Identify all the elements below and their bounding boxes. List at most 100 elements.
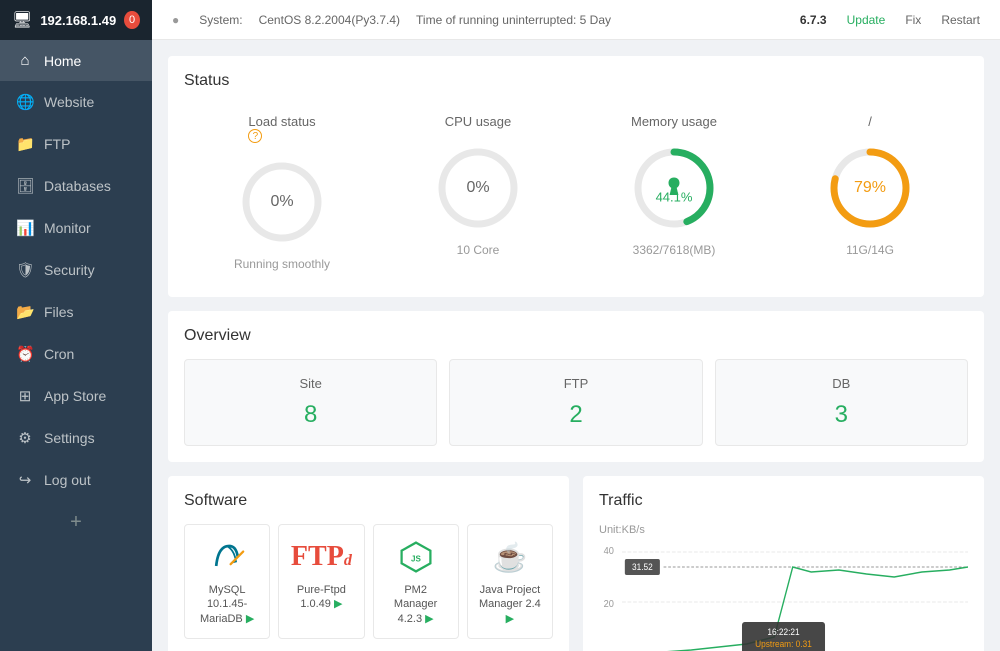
status-label-2: Memory usage: [631, 114, 717, 129]
software-name-1: Pure-Ftpd 1.0.49 ▶: [287, 583, 355, 612]
appstore-icon: ⊞: [16, 387, 34, 405]
sidebar-item-monitor[interactable]: 📊 Monitor: [0, 207, 152, 249]
system-label: System:: [199, 13, 242, 27]
home-icon: ⌂: [16, 52, 34, 69]
traffic-card: Traffic Unit:KB/s 40 20: [583, 476, 984, 651]
topbar: ● System: CentOS 8.2.2004(Py3.7.4) Time …: [152, 0, 1000, 40]
overview-label-0: Site: [201, 376, 420, 391]
overview-value-1: 2: [466, 401, 685, 429]
software-title: Software: [184, 492, 553, 510]
status-sublabel-1: 10 Core: [457, 243, 500, 257]
files-icon: 📂: [16, 303, 34, 321]
overview-card: Overview Site 8 FTP 2 DB 3: [168, 311, 984, 462]
main-content: ● System: CentOS 8.2.2004(Py3.7.4) Time …: [152, 0, 1000, 651]
sidebar-label-security: Security: [44, 262, 95, 278]
status-item-3: / 79% 11G/14G: [772, 104, 968, 281]
overview-value-2: 3: [732, 401, 951, 429]
version-number: 6.7.3: [800, 13, 827, 27]
sidebar-label-website: Website: [44, 94, 94, 110]
status-item-2: Memory usage 44.1% 3362/7618(MB): [576, 104, 772, 281]
fix-button[interactable]: Fix: [905, 13, 921, 27]
software-item-3[interactable]: ☕ Java Project Manager 2.4 ▶: [467, 524, 553, 639]
sidebar-item-home[interactable]: ⌂ Home: [0, 40, 152, 81]
sidebar-item-appstore[interactable]: ⊞ App Store: [0, 375, 152, 417]
sidebar-label-databases: Databases: [44, 178, 111, 194]
sidebar-label-cron: Cron: [44, 346, 74, 362]
website-icon: 🌐: [16, 93, 34, 111]
software-item-1[interactable]: FTPd Pure-Ftpd 1.0.49 ▶: [278, 524, 364, 639]
system-info: System: CentOS 8.2.2004(Py3.7.4) Time of…: [199, 13, 780, 27]
sidebar-item-databases[interactable]: 🗄 Databases: [0, 165, 152, 207]
status-card: Status Load status ? 0% Running smoothly…: [168, 56, 984, 297]
sidebar-label-ftp: FTP: [44, 136, 70, 152]
notification-badge: 0: [124, 11, 140, 29]
svg-text:20: 20: [604, 599, 614, 610]
system-value: CentOS 8.2.2004(Py3.7.4): [259, 13, 400, 27]
add-button[interactable]: +: [0, 501, 152, 544]
sidebar-label-appstore: App Store: [44, 388, 106, 404]
software-name-3: Java Project Manager 2.4 ▶: [476, 583, 544, 626]
databases-icon: 🗄: [16, 177, 34, 195]
sidebar-label-settings: Settings: [44, 430, 95, 446]
svg-text:31.52: 31.52: [632, 562, 653, 572]
overview-item-0[interactable]: Site 8: [184, 359, 437, 446]
update-button[interactable]: Update: [847, 13, 886, 27]
sidebar-label-logout: Log out: [44, 472, 91, 488]
software-item-0[interactable]: MySQL 10.1.45-MariaDB ▶: [184, 524, 270, 639]
svg-text:40: 40: [604, 546, 614, 557]
overview-grid: Site 8 FTP 2 DB 3: [184, 359, 968, 446]
sidebar-item-cron[interactable]: ⏰ Cron: [0, 333, 152, 375]
dot-icon: ●: [172, 13, 179, 27]
status-sublabel-2: 3362/7618(MB): [633, 243, 716, 257]
sidebar-item-settings[interactable]: ⚙ Settings: [0, 417, 152, 459]
status-item-0: Load status ? 0% Running smoothly: [184, 104, 380, 281]
overview-value-0: 8: [201, 401, 420, 429]
software-icon-1: FTPd: [291, 537, 352, 577]
bottom-row: Software MySQL 10.1.45-MariaDB ▶ FTPd Pu…: [168, 476, 984, 651]
logout-icon: ↪: [16, 471, 34, 489]
sidebar-item-website[interactable]: 🌐 Website: [0, 81, 152, 123]
status-label-0: Load status ?: [248, 114, 315, 143]
software-name-0: MySQL 10.1.45-MariaDB ▶: [193, 583, 261, 626]
svg-text:Upstream: 0.31: Upstream: 0.31: [755, 639, 812, 649]
chart-area: 40 20 31.52: [599, 542, 968, 651]
sidebar-item-logout[interactable]: ↪ Log out: [0, 459, 152, 501]
overview-item-1[interactable]: FTP 2: [449, 359, 702, 446]
sidebar-item-ftp[interactable]: 📁 FTP: [0, 123, 152, 165]
traffic-chart: 40 20 31.52: [599, 542, 968, 651]
nav-menu: ⌂ Home🌐 Website📁 FTP🗄 Databases📊 Monitor…: [0, 40, 152, 501]
status-label-1: CPU usage: [445, 114, 511, 129]
status-sublabel-3: 11G/14G: [846, 243, 894, 257]
monitor-icon: 📊: [16, 219, 34, 237]
ftp-icon: 📁: [16, 135, 34, 153]
sidebar-label-files: Files: [44, 304, 74, 320]
status-grid: Load status ? 0% Running smoothly CPU us…: [184, 104, 968, 281]
donut-0: 0%: [237, 157, 327, 247]
cron-icon: ⏰: [16, 345, 34, 363]
software-icon-0: [209, 537, 245, 577]
sidebar-item-security[interactable]: 🛡 Security: [0, 249, 152, 291]
help-icon-0[interactable]: ?: [248, 129, 262, 143]
overview-title: Overview: [184, 327, 968, 345]
content-area: Status Load status ? 0% Running smoothly…: [152, 40, 1000, 651]
software-name-2: PM2 Manager 4.2.3 ▶: [382, 583, 450, 626]
software-grid: MySQL 10.1.45-MariaDB ▶ FTPd Pure-Ftpd 1…: [184, 524, 553, 639]
sidebar-header: 🖥 192.168.1.49 0: [0, 0, 152, 40]
status-sublabel-0: Running smoothly: [234, 257, 330, 271]
overview-item-2[interactable]: DB 3: [715, 359, 968, 446]
restart-button[interactable]: Restart: [941, 13, 980, 27]
sidebar-label-home: Home: [44, 53, 81, 69]
sidebar-item-files[interactable]: 📂 Files: [0, 291, 152, 333]
overview-label-2: DB: [732, 376, 951, 391]
donut-3: 79%: [825, 143, 915, 233]
status-label-3: /: [868, 114, 872, 129]
software-icon-2: JS: [398, 537, 434, 577]
svg-text:JS: JS: [411, 555, 421, 564]
software-icon-3: ☕: [492, 537, 527, 577]
software-card: Software MySQL 10.1.45-MariaDB ▶ FTPd Pu…: [168, 476, 569, 651]
software-item-2[interactable]: JS PM2 Manager 4.2.3 ▶: [373, 524, 459, 639]
sidebar-label-monitor: Monitor: [44, 220, 91, 236]
server-ip: 192.168.1.49: [40, 13, 116, 28]
svg-text:16:22:21: 16:22:21: [767, 627, 799, 637]
uptime-label: Time of running uninterrupted: 5 Day: [416, 13, 611, 27]
